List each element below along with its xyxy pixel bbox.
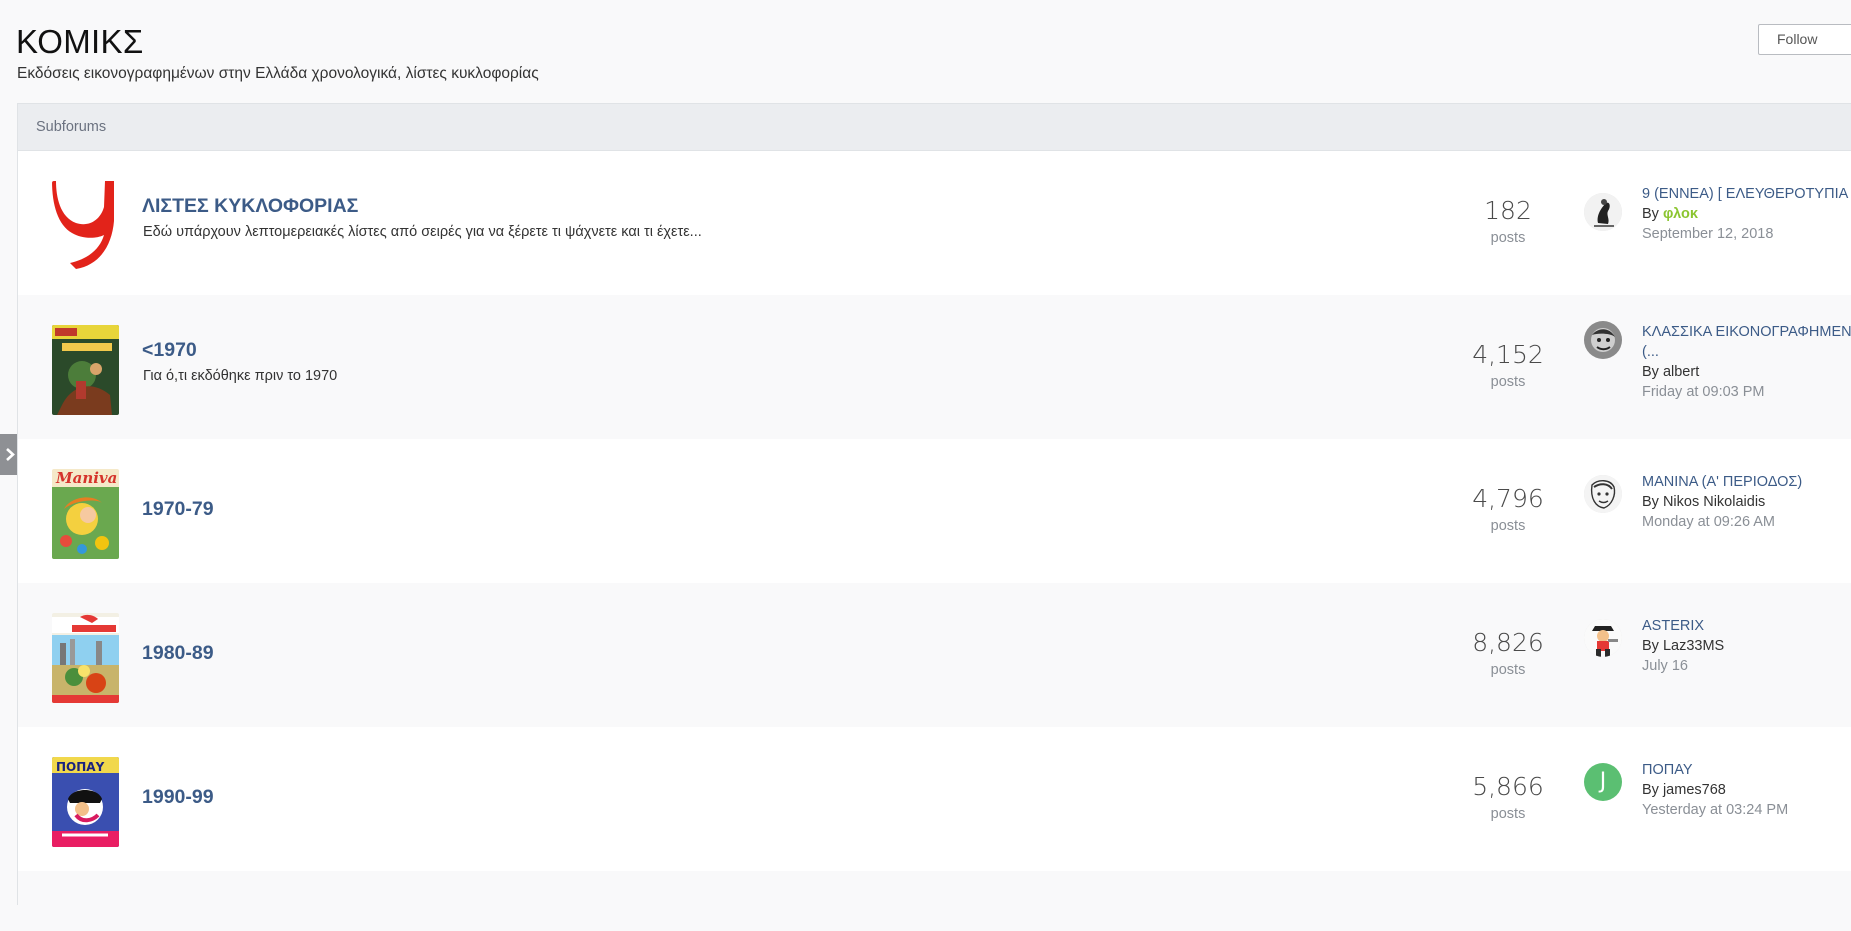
by-label: By (1642, 638, 1659, 654)
chevron-right-icon (6, 448, 15, 461)
by-label: By (1642, 364, 1659, 380)
page-subtitle: Εκδόσεις εικονογραφημένων στην Ελλάδα χρ… (17, 65, 539, 82)
by-label: By (1642, 494, 1659, 510)
posts-label: posts (1490, 662, 1526, 678)
user-avatar-image (1584, 619, 1622, 657)
posts-count: 8,826 (1472, 628, 1544, 657)
forum-title[interactable]: 1970-79 (142, 498, 214, 521)
subforums-panel: Subforums ΛΙΣΤΕΣ ΚΥΚΛΟΦΟΡΙΑΣ Εδώ υπάρχου… (17, 103, 1851, 931)
forum-description: Για ό,τι εκδόθηκε πριν το 1970 (143, 368, 338, 384)
posts-count: 4,152 (1472, 340, 1544, 369)
last-post-date[interactable]: Friday at 09:03 PM (1642, 382, 1765, 402)
last-post-title[interactable]: ΚΛΑΣΣΙΚΑ ΕΙΚΟΝΟΓΡΑΦΗΜΕΝΑ (... (1642, 322, 1851, 362)
avatar[interactable]: J (1584, 763, 1622, 801)
last-post-byline: By albert (1642, 362, 1699, 382)
avatar[interactable] (1584, 193, 1622, 231)
last-post-byline: By james768 (1642, 780, 1726, 800)
last-post-date[interactable]: Yesterday at 03:24 PM (1642, 800, 1788, 820)
popay-logo-text: ΠΟΠΑΥ (56, 760, 105, 774)
forum-row[interactable]: Maniva 1970-79 4,796 posts ΜΑΝΙΝΑ (Α' ΠΕ… (18, 439, 1851, 583)
forum-row[interactable] (18, 871, 1851, 931)
posts-count: 4,796 (1472, 484, 1544, 513)
last-post-date[interactable]: Monday at 09:26 AM (1642, 512, 1775, 532)
user-avatar-image (1584, 321, 1622, 359)
user-avatar-image (1584, 193, 1622, 231)
last-post-date[interactable]: September 12, 2018 (1642, 224, 1773, 244)
last-post-byline: By Laz33MS (1642, 636, 1724, 656)
forum-title[interactable]: ΛΙΣΤΕΣ ΚΥΚΛΟΦΟΡΙΑΣ (142, 195, 358, 218)
forum-title[interactable]: 1980-89 (142, 642, 214, 665)
forum-thumbnail[interactable]: Maniva (52, 469, 119, 559)
last-post-title[interactable]: ΠΟΠΑΥ (1642, 760, 1851, 780)
forum-thumbnail[interactable]: ΠΟΠΑΥ (52, 757, 119, 847)
last-post-author[interactable]: james768 (1663, 782, 1726, 798)
posts-label: posts (1490, 374, 1526, 390)
forum-row[interactable]: ΛΙΣΤΕΣ ΚΥΚΛΟΦΟΡΙΑΣ Εδώ υπάρχουν λεπτομερ… (18, 151, 1851, 295)
comic-cover-image: Maniva (52, 469, 119, 559)
forum-thumbnail[interactable] (52, 181, 119, 271)
forum-title[interactable]: <1970 (142, 339, 197, 362)
panel-header: Subforums (18, 104, 1851, 151)
last-post-byline: By φλοκ (1642, 204, 1698, 224)
posts-label: posts (1490, 230, 1526, 246)
posts-label: posts (1490, 806, 1526, 822)
forum-row[interactable]: 1980-89 8,826 posts ASTERIX By Laz33MS J… (18, 583, 1851, 727)
forum-title[interactable]: 1990-99 (142, 786, 214, 809)
forum-row[interactable]: <1970 Για ό,τι εκδόθηκε πριν το 1970 4,1… (18, 295, 1851, 439)
by-label: By (1642, 206, 1659, 222)
by-label: By (1642, 782, 1659, 798)
last-post-byline: By Nikos Nikolaidis (1642, 492, 1765, 512)
last-post-title[interactable]: ΜΑΝΙΝΑ (Α' ΠΕΡΙΟΔΟΣ) (1642, 472, 1851, 492)
avatar[interactable] (1584, 475, 1622, 513)
last-post-title[interactable]: ASTERIX (1642, 616, 1851, 636)
forum-description: Εδώ υπάρχουν λεπτομερειακές λίστες από σ… (143, 224, 702, 240)
last-post-author[interactable]: Laz33MS (1663, 638, 1724, 654)
last-post-author[interactable]: albert (1663, 364, 1699, 380)
last-post-author[interactable]: φλοκ (1663, 206, 1698, 222)
avatar[interactable] (1584, 619, 1622, 657)
comic-cover-image (52, 613, 119, 703)
forum-row[interactable]: ΠΟΠΑΥ 1990-99 5,866 posts J ΠΟΠΑΥ By jam… (18, 727, 1851, 871)
forum-thumbnail[interactable] (52, 325, 119, 415)
last-post-title[interactable]: 9 (ΕΝΝΕΑ) [ ΕΛΕΥΘΕΡΟΤΥΠΙΑ ... (1642, 184, 1851, 204)
last-post-author[interactable]: Nikos Nikolaidis (1663, 494, 1765, 510)
posts-count: 182 (1484, 196, 1532, 225)
nine-logo-image (52, 181, 119, 271)
comic-cover-image: ΠΟΠΑΥ (52, 757, 119, 847)
posts-label: posts (1490, 518, 1526, 534)
maniva-logo-text: Maniva (55, 469, 117, 487)
avatar[interactable] (1584, 321, 1622, 359)
posts-count: 5,866 (1472, 772, 1544, 801)
user-avatar-image (1584, 475, 1622, 513)
follow-button[interactable]: Follow (1758, 24, 1851, 55)
last-post-date[interactable]: July 16 (1642, 656, 1688, 676)
comic-cover-image (52, 325, 119, 415)
page-title: ΚΟΜΙΚΣ (16, 23, 144, 60)
forum-thumbnail[interactable] (52, 613, 119, 703)
